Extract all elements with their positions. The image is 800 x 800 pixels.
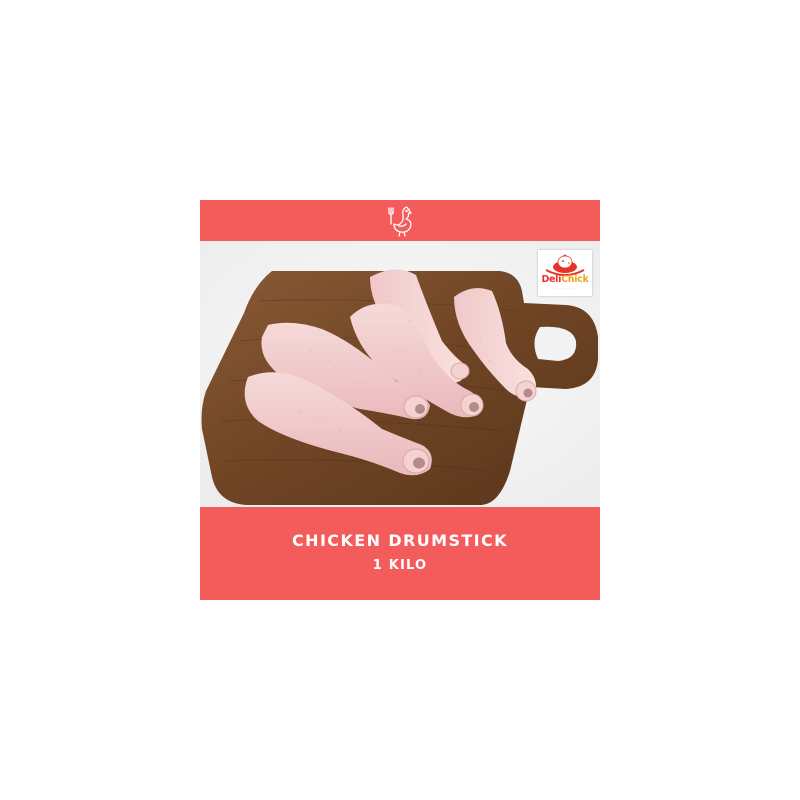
product-name: CHICKEN DRUMSTICK [292,530,508,550]
brand-name: DeliChick [538,274,592,285]
brand-logo: DeliChick · · · · · · · · · · · · · · · … [538,250,592,296]
product-card: DeliChick · · · · · · · · · · · · · · · … [200,200,600,600]
brand-name-part2: Chick [561,274,589,285]
chicken-with-fork-icon [388,206,412,237]
footer-band: CHICKEN DRUMSTICK 1 KILO [200,507,600,600]
header-band [200,200,600,241]
chicken-mascot-icon [545,254,585,276]
product-quantity: 1 KILO [372,557,428,573]
brand-name-part1: Deli [541,274,562,285]
brand-tagline: · · · · · · · · · · · · · · · · [552,287,578,290]
